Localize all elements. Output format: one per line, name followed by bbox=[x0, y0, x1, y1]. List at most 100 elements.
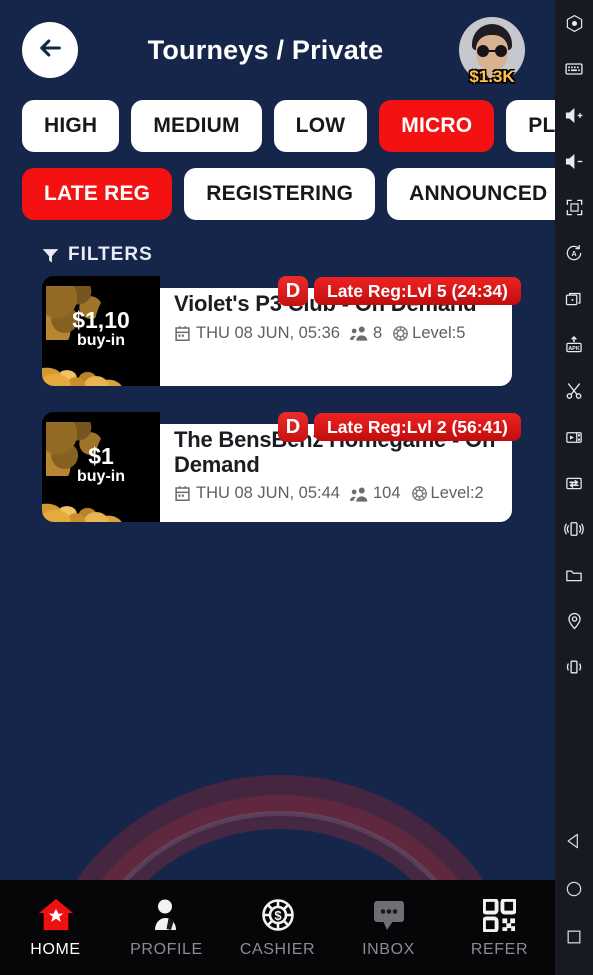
svg-text:$: $ bbox=[274, 908, 282, 923]
pill-label: ANNOUNCED bbox=[409, 182, 548, 205]
shake-icon[interactable] bbox=[555, 506, 593, 552]
nav-item-label: REFER bbox=[470, 941, 529, 958]
on-demand-badge: D bbox=[278, 412, 308, 442]
filters-label: FILTERS bbox=[68, 244, 153, 265]
people-icon bbox=[349, 486, 368, 502]
install-apk-icon[interactable]: APK bbox=[555, 322, 593, 368]
people-icon bbox=[349, 325, 368, 341]
app-header: Tourneys / Private $1.3K bbox=[0, 0, 555, 100]
poker-chip-dollar-icon: $ bbox=[261, 896, 295, 934]
tournament-status-row: D Late Reg:Lvl 2 (56:41) bbox=[278, 412, 521, 442]
tournament-datetime: THU 08 JUN, 05:44 bbox=[174, 484, 340, 503]
level-text: Level:5 bbox=[412, 323, 466, 342]
tournament-datetime: THU 08 JUN, 05:36 bbox=[174, 324, 340, 343]
back-button[interactable] bbox=[22, 22, 78, 78]
stake-filter-high[interactable]: HIGH bbox=[22, 100, 120, 152]
rotate-device-icon[interactable] bbox=[555, 644, 593, 690]
nav-item-label: PROFILE bbox=[130, 941, 203, 958]
bottom-navigation[interactable]: HOME PROFILE $ CASHIER INBOX REFER bbox=[0, 880, 555, 975]
balance-badge: $1.3K bbox=[469, 67, 515, 86]
buy-in-badge: $1 buy-in bbox=[42, 412, 160, 522]
tournament-status-row: D Late Reg:Lvl 5 (24:34) bbox=[278, 276, 521, 306]
late-reg-banner: Late Reg:Lvl 5 (24:34) bbox=[314, 277, 521, 305]
android-back-icon[interactable] bbox=[555, 817, 593, 865]
nav-item-label: INBOX bbox=[362, 941, 415, 958]
status-filter-late-reg[interactable]: LATE REG bbox=[22, 168, 173, 220]
stake-filter-micro[interactable]: MICRO bbox=[379, 100, 495, 152]
on-demand-badge: D bbox=[278, 276, 308, 306]
tournament-level: Level:5 bbox=[392, 324, 465, 343]
arrow-left-icon bbox=[36, 34, 64, 67]
level-text: Level:2 bbox=[430, 484, 484, 503]
nav-item-cashier[interactable]: $ CASHIER bbox=[222, 896, 333, 959]
volume-up-icon[interactable] bbox=[555, 92, 593, 138]
volume-down-icon[interactable] bbox=[555, 138, 593, 184]
pill-label: MEDIUM bbox=[153, 114, 240, 137]
page-title: Tourneys / Private bbox=[147, 34, 384, 65]
tournament-card[interactable]: $1,10 buy-in D Late Reg:Lvl 5 (24:34) Violet… bbox=[42, 276, 521, 386]
android-home-icon[interactable] bbox=[555, 865, 593, 913]
keyboard-icon[interactable] bbox=[555, 46, 593, 92]
fullscreen-icon[interactable] bbox=[555, 184, 593, 230]
tournament-players: 104 bbox=[349, 484, 401, 503]
status-filter-row[interactable]: LATE REGREGISTERINGANNOUNCEDRUN bbox=[0, 168, 555, 222]
svg-text:APK: APK bbox=[568, 346, 580, 352]
auto-rotate-icon[interactable]: A bbox=[555, 230, 593, 276]
pill-label: MICRO bbox=[401, 114, 473, 137]
tournament-meta: THU 08 JUN, 05:44 104 Level:2 bbox=[174, 484, 500, 503]
pill-label: HIGH bbox=[44, 114, 98, 137]
nav-item-refer[interactable]: REFER bbox=[444, 896, 555, 959]
tournament-players: 8 bbox=[349, 323, 383, 343]
nav-item-home[interactable]: HOME bbox=[0, 896, 111, 959]
pill-label: LOW bbox=[295, 114, 346, 137]
status-filter-announced[interactable]: ANNOUNCED bbox=[387, 168, 555, 220]
scissors-screenshot-icon[interactable] bbox=[555, 368, 593, 414]
pill-label: LATE REG bbox=[44, 182, 151, 205]
emulator-sidebar[interactable]: A APK bbox=[555, 0, 593, 975]
tournament-list: $1,10 buy-in D Late Reg:Lvl 5 (24:34) Violet… bbox=[0, 276, 555, 522]
nav-item-profile[interactable]: PROFILE bbox=[111, 896, 222, 959]
buy-in-amount: $1,10 bbox=[72, 307, 130, 333]
players-count: 8 bbox=[372, 323, 383, 342]
android-recents-icon[interactable] bbox=[555, 913, 593, 961]
pill-label: PLAY bbox=[528, 114, 555, 137]
qr-code-icon bbox=[483, 896, 516, 934]
pill-label: REGISTERING bbox=[206, 182, 354, 205]
file-transfer-icon[interactable] bbox=[555, 460, 593, 506]
players-count: 104 bbox=[372, 484, 401, 503]
tournament-level: Level:2 bbox=[411, 484, 484, 503]
filters-button[interactable]: FILTERS bbox=[0, 236, 555, 276]
datetime-text: THU 08 JUN, 05:36 bbox=[196, 323, 340, 342]
poker-chip-icon bbox=[411, 485, 428, 502]
phone-screen: Tourneys / Private $1.3K HIGH MEDIUM LOW MI… bbox=[0, 0, 555, 975]
calendar-icon bbox=[174, 325, 191, 342]
late-reg-banner: Late Reg:Lvl 2 (56:41) bbox=[314, 413, 521, 441]
stake-filter-low[interactable]: LOW bbox=[273, 100, 368, 152]
avatar-wrap[interactable]: $1.3K bbox=[459, 17, 525, 86]
poker-chip-icon bbox=[392, 325, 409, 342]
status-filter-registering[interactable]: REGISTERING bbox=[184, 168, 376, 220]
calendar-icon bbox=[174, 485, 191, 502]
screenshot-root: Tourneys / Private $1.3K HIGH MEDIUM LOW MI… bbox=[0, 0, 593, 975]
folder-icon[interactable] bbox=[555, 552, 593, 598]
buy-in-label: buy-in bbox=[77, 468, 125, 486]
buy-in-label: buy-in bbox=[77, 332, 125, 350]
multi-instance-icon[interactable] bbox=[555, 276, 593, 322]
buy-in-badge: $1,10 buy-in bbox=[42, 276, 160, 386]
nav-item-inbox[interactable]: INBOX bbox=[333, 896, 444, 959]
location-icon[interactable] bbox=[555, 598, 593, 644]
funnel-icon bbox=[42, 247, 59, 264]
buy-in-amount: $1 bbox=[88, 443, 114, 469]
stake-filter-medium[interactable]: MEDIUM bbox=[131, 100, 262, 152]
chat-bubble-icon bbox=[372, 896, 406, 934]
stake-filter-play[interactable]: PLAY bbox=[506, 100, 555, 152]
nav-item-label: HOME bbox=[30, 941, 81, 958]
video-record-icon[interactable] bbox=[555, 414, 593, 460]
tournament-meta: THU 08 JUN, 05:36 8 Level:5 bbox=[174, 324, 500, 343]
nav-item-label: CASHIER bbox=[239, 941, 316, 958]
svg-text:A: A bbox=[571, 250, 576, 258]
stake-filter-row[interactable]: HIGH MEDIUM LOW MICRO PLAY bbox=[0, 100, 555, 154]
tournament-card[interactable]: $1 buy-in D Late Reg:Lvl 2 (56:41) The BensB… bbox=[42, 412, 521, 522]
record-hexagon-icon[interactable] bbox=[555, 0, 593, 46]
datetime-text: THU 08 JUN, 05:44 bbox=[196, 484, 340, 503]
